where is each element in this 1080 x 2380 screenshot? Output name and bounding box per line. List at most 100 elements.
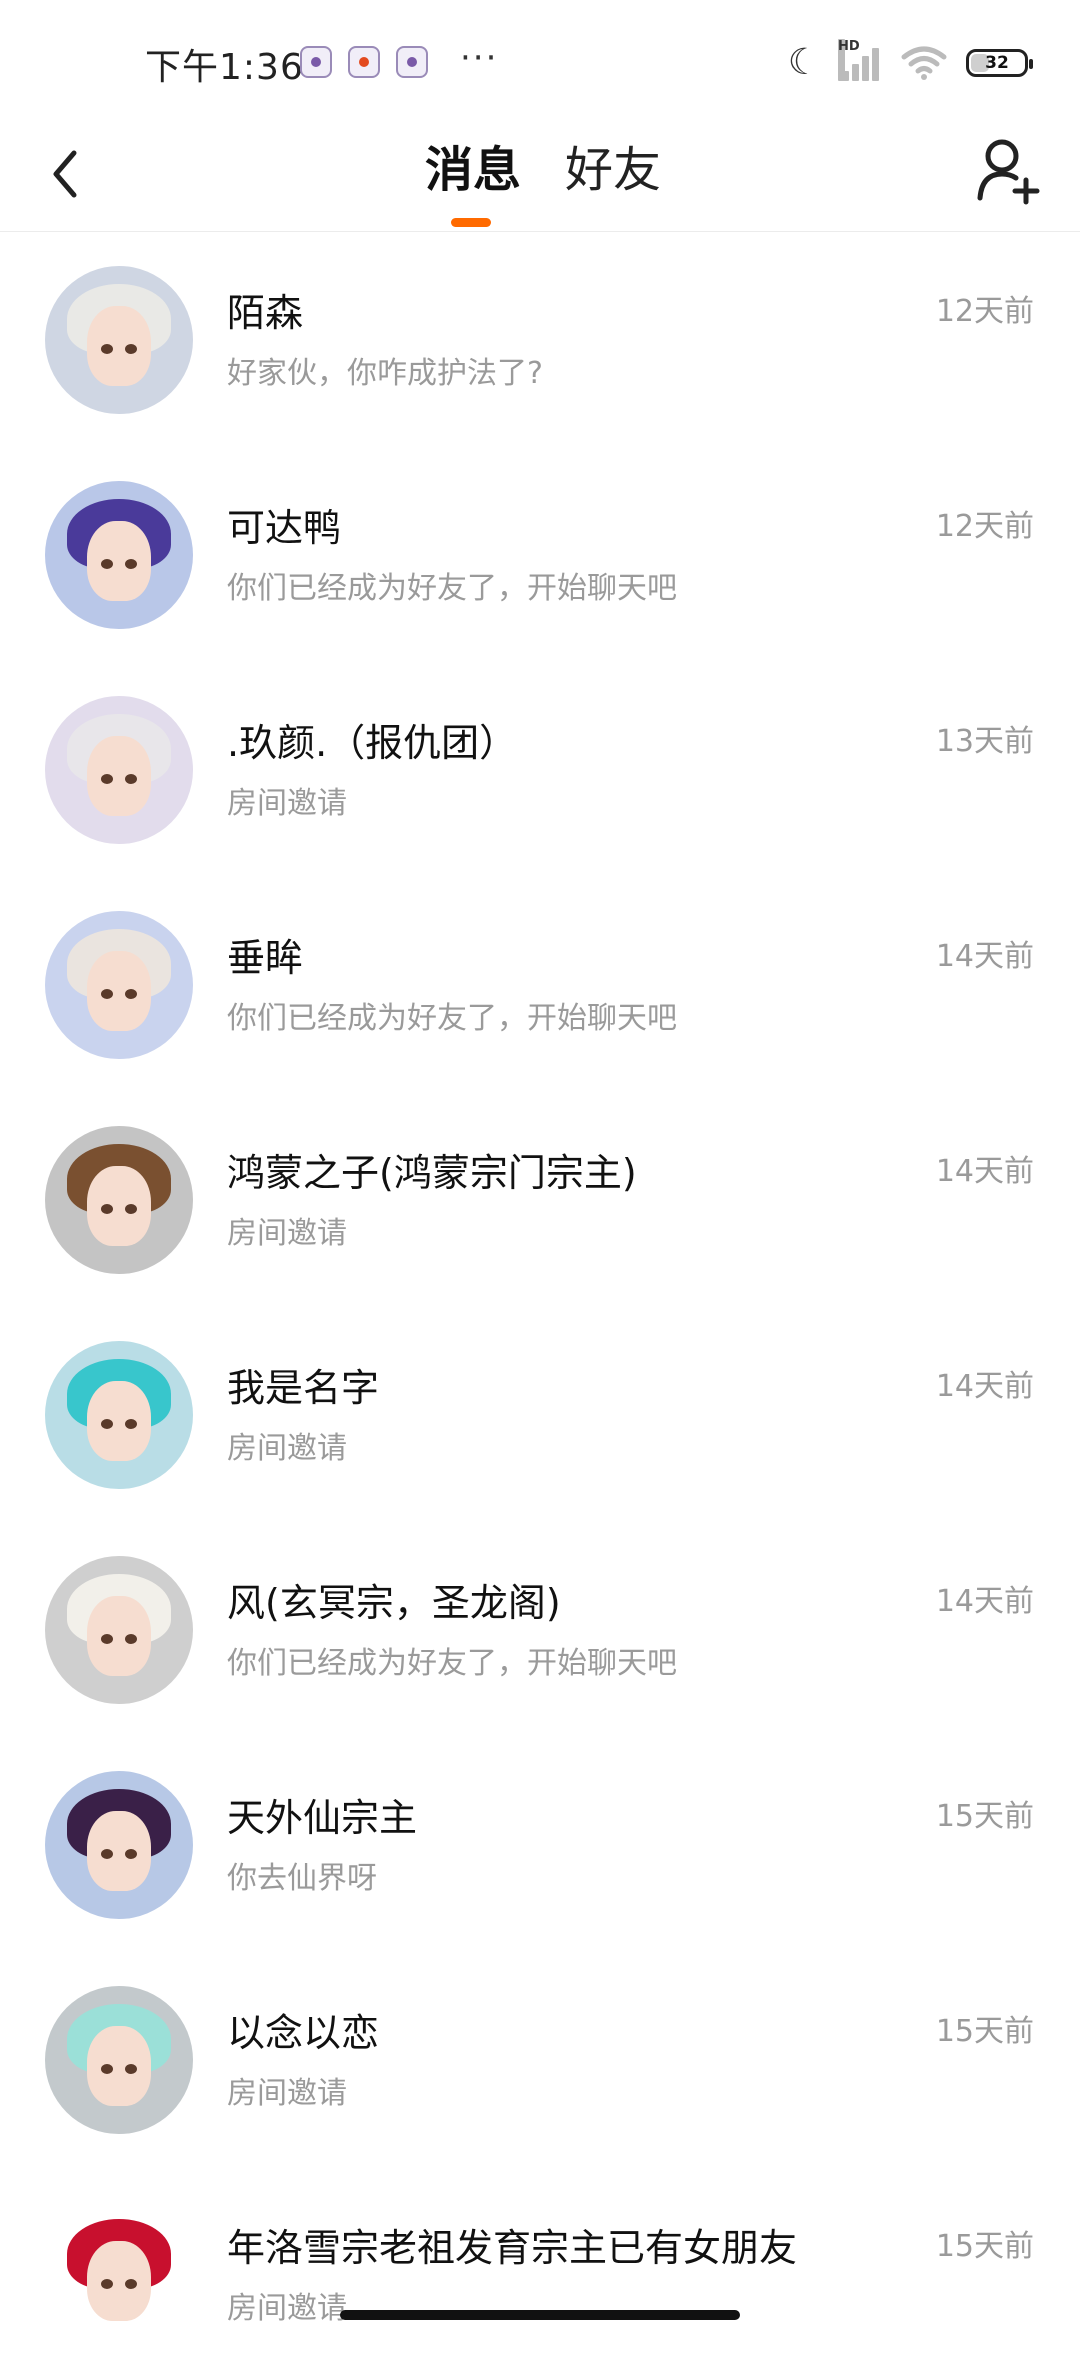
avatar-eye	[101, 1849, 113, 1859]
contact-name: 以念以恋	[227, 2011, 380, 2055]
avatar-eye	[125, 774, 137, 784]
avatar[interactable]	[45, 481, 193, 629]
message-preview: 你去仙界呀	[227, 1861, 377, 1896]
battery-icon: 32	[966, 48, 1033, 77]
avatar-face	[87, 2026, 151, 2106]
avatar-eye	[101, 989, 113, 999]
avatar-eye	[125, 344, 137, 354]
avatar-eye	[101, 2279, 113, 2289]
avatar-face	[87, 2241, 151, 2321]
add-user-icon	[977, 139, 1040, 205]
app-notification-icon	[300, 46, 332, 78]
avatar-face	[87, 1166, 151, 1246]
message-preview: 房间邀请	[227, 1431, 347, 1466]
avatar-face	[87, 1811, 151, 1891]
add-friend-button[interactable]	[976, 136, 1040, 206]
message-preview: 房间邀请	[227, 2291, 347, 2326]
avatar-eye	[125, 2064, 137, 2074]
avatar[interactable]	[45, 266, 193, 414]
avatar[interactable]	[45, 696, 193, 844]
active-tab-indicator	[451, 218, 491, 227]
avatar-eye	[101, 2064, 113, 2074]
message-time: 15天前	[935, 2014, 1034, 2049]
message-time: 14天前	[935, 939, 1034, 974]
avatar-face	[87, 1596, 151, 1676]
tab-friends[interactable]: 好友	[565, 130, 661, 200]
conversation-row[interactable]: 垂眸 你们已经成为好友了，开始聊天吧 14天前	[0, 875, 1080, 1090]
avatar-eye	[125, 1849, 137, 1859]
conversation-row[interactable]: 以念以恋 房间邀请 15天前	[0, 1950, 1080, 2165]
message-time: 13天前	[935, 724, 1034, 759]
avatar-face	[87, 521, 151, 601]
conversation-row[interactable]: 年洛雪宗老祖发育宗主已有女朋友 房间邀请 15天前	[0, 2165, 1080, 2380]
message-preview: 房间邀请	[227, 2076, 347, 2111]
avatar-face	[87, 306, 151, 386]
cellular-signal-icon: HD	[838, 38, 882, 81]
message-preview: 你们已经成为好友了，开始聊天吧	[227, 571, 677, 606]
do-not-disturb-moon-icon: ☾	[787, 42, 820, 83]
message-time: 12天前	[935, 509, 1034, 544]
avatar-eye	[101, 344, 113, 354]
contact-name: 可达鸭	[227, 506, 342, 550]
conversation-list: 陌森 好家伙，你咋成护法了? 12天前 可达鸭 你们已经成为好友了，开始聊天吧 …	[0, 230, 1080, 2380]
avatar[interactable]	[45, 2201, 193, 2349]
avatar-eye	[125, 1634, 137, 1644]
wifi-icon	[900, 45, 948, 81]
message-preview: 房间邀请	[227, 1216, 347, 1251]
status-time: 下午1:36	[145, 47, 304, 88]
avatar[interactable]	[45, 1341, 193, 1489]
avatar-face	[87, 1381, 151, 1461]
tab-messages[interactable]: 消息	[425, 130, 521, 200]
message-preview: 你们已经成为好友了，开始聊天吧	[227, 1001, 677, 1036]
avatar-eye	[101, 774, 113, 784]
more-notifications-icon: ···	[460, 38, 499, 78]
avatar[interactable]	[45, 1126, 193, 1274]
avatar-eye	[125, 1419, 137, 1429]
home-indicator[interactable]	[340, 2310, 740, 2320]
message-preview: 你们已经成为好友了，开始聊天吧	[227, 1646, 677, 1681]
avatar-eye	[101, 559, 113, 569]
avatar[interactable]	[45, 1771, 193, 1919]
message-time: 12天前	[935, 294, 1034, 329]
message-preview: 好家伙，你咋成护法了?	[227, 356, 543, 391]
contact-name: 天外仙宗主	[227, 1796, 418, 1840]
avatar-eye	[125, 2279, 137, 2289]
avatar-eye	[125, 559, 137, 569]
app-notification-icon	[348, 46, 380, 78]
avatar[interactable]	[45, 1986, 193, 2134]
app-notification-icon	[396, 46, 428, 78]
avatar-eye	[125, 1204, 137, 1214]
message-time: 14天前	[935, 1369, 1034, 1404]
contact-name: .玖颜.（报仇团）	[227, 721, 518, 765]
back-arrow-icon	[53, 150, 77, 198]
contact-name: 年洛雪宗老祖发育宗主已有女朋友	[227, 2226, 798, 2270]
conversation-row[interactable]: 陌森 好家伙，你咋成护法了? 12天前	[0, 230, 1080, 445]
avatar-eye	[101, 1204, 113, 1214]
message-time: 15天前	[935, 2229, 1034, 2264]
status-bar: 下午1:36 ··· ☾ HD 32	[0, 0, 1080, 120]
avatar-face	[87, 736, 151, 816]
conversation-row[interactable]: .玖颜.（报仇团） 房间邀请 13天前	[0, 660, 1080, 875]
message-preview: 房间邀请	[227, 786, 347, 821]
avatar-face	[87, 951, 151, 1031]
message-time: 14天前	[935, 1584, 1034, 1619]
contact-name: 陌森	[227, 291, 304, 335]
contact-name: 鸿蒙之子(鸿蒙宗门宗主)	[227, 1151, 637, 1195]
battery-level: 32	[985, 52, 1009, 73]
conversation-row[interactable]: 可达鸭 你们已经成为好友了，开始聊天吧 12天前	[0, 445, 1080, 660]
contact-name: 垂眸	[227, 936, 304, 980]
conversation-row[interactable]: 天外仙宗主 你去仙界呀 15天前	[0, 1735, 1080, 1950]
avatar[interactable]	[45, 911, 193, 1059]
conversation-row[interactable]: 我是名字 房间邀请 14天前	[0, 1305, 1080, 1520]
avatar-eye	[125, 989, 137, 999]
message-time: 15天前	[935, 1799, 1034, 1834]
conversation-row[interactable]: 鸿蒙之子(鸿蒙宗门宗主) 房间邀请 14天前	[0, 1090, 1080, 1305]
contact-name: 风(玄冥宗，圣龙阁)	[227, 1581, 561, 1625]
avatar-eye	[101, 1634, 113, 1644]
avatar-eye	[101, 1419, 113, 1429]
top-nav-bar: 消息 好友	[0, 120, 1080, 232]
conversation-row[interactable]: 风(玄冥宗，圣龙阁) 你们已经成为好友了，开始聊天吧 14天前	[0, 1520, 1080, 1735]
avatar[interactable]	[45, 1556, 193, 1704]
contact-name: 我是名字	[227, 1366, 380, 1410]
back-button[interactable]	[40, 142, 90, 206]
